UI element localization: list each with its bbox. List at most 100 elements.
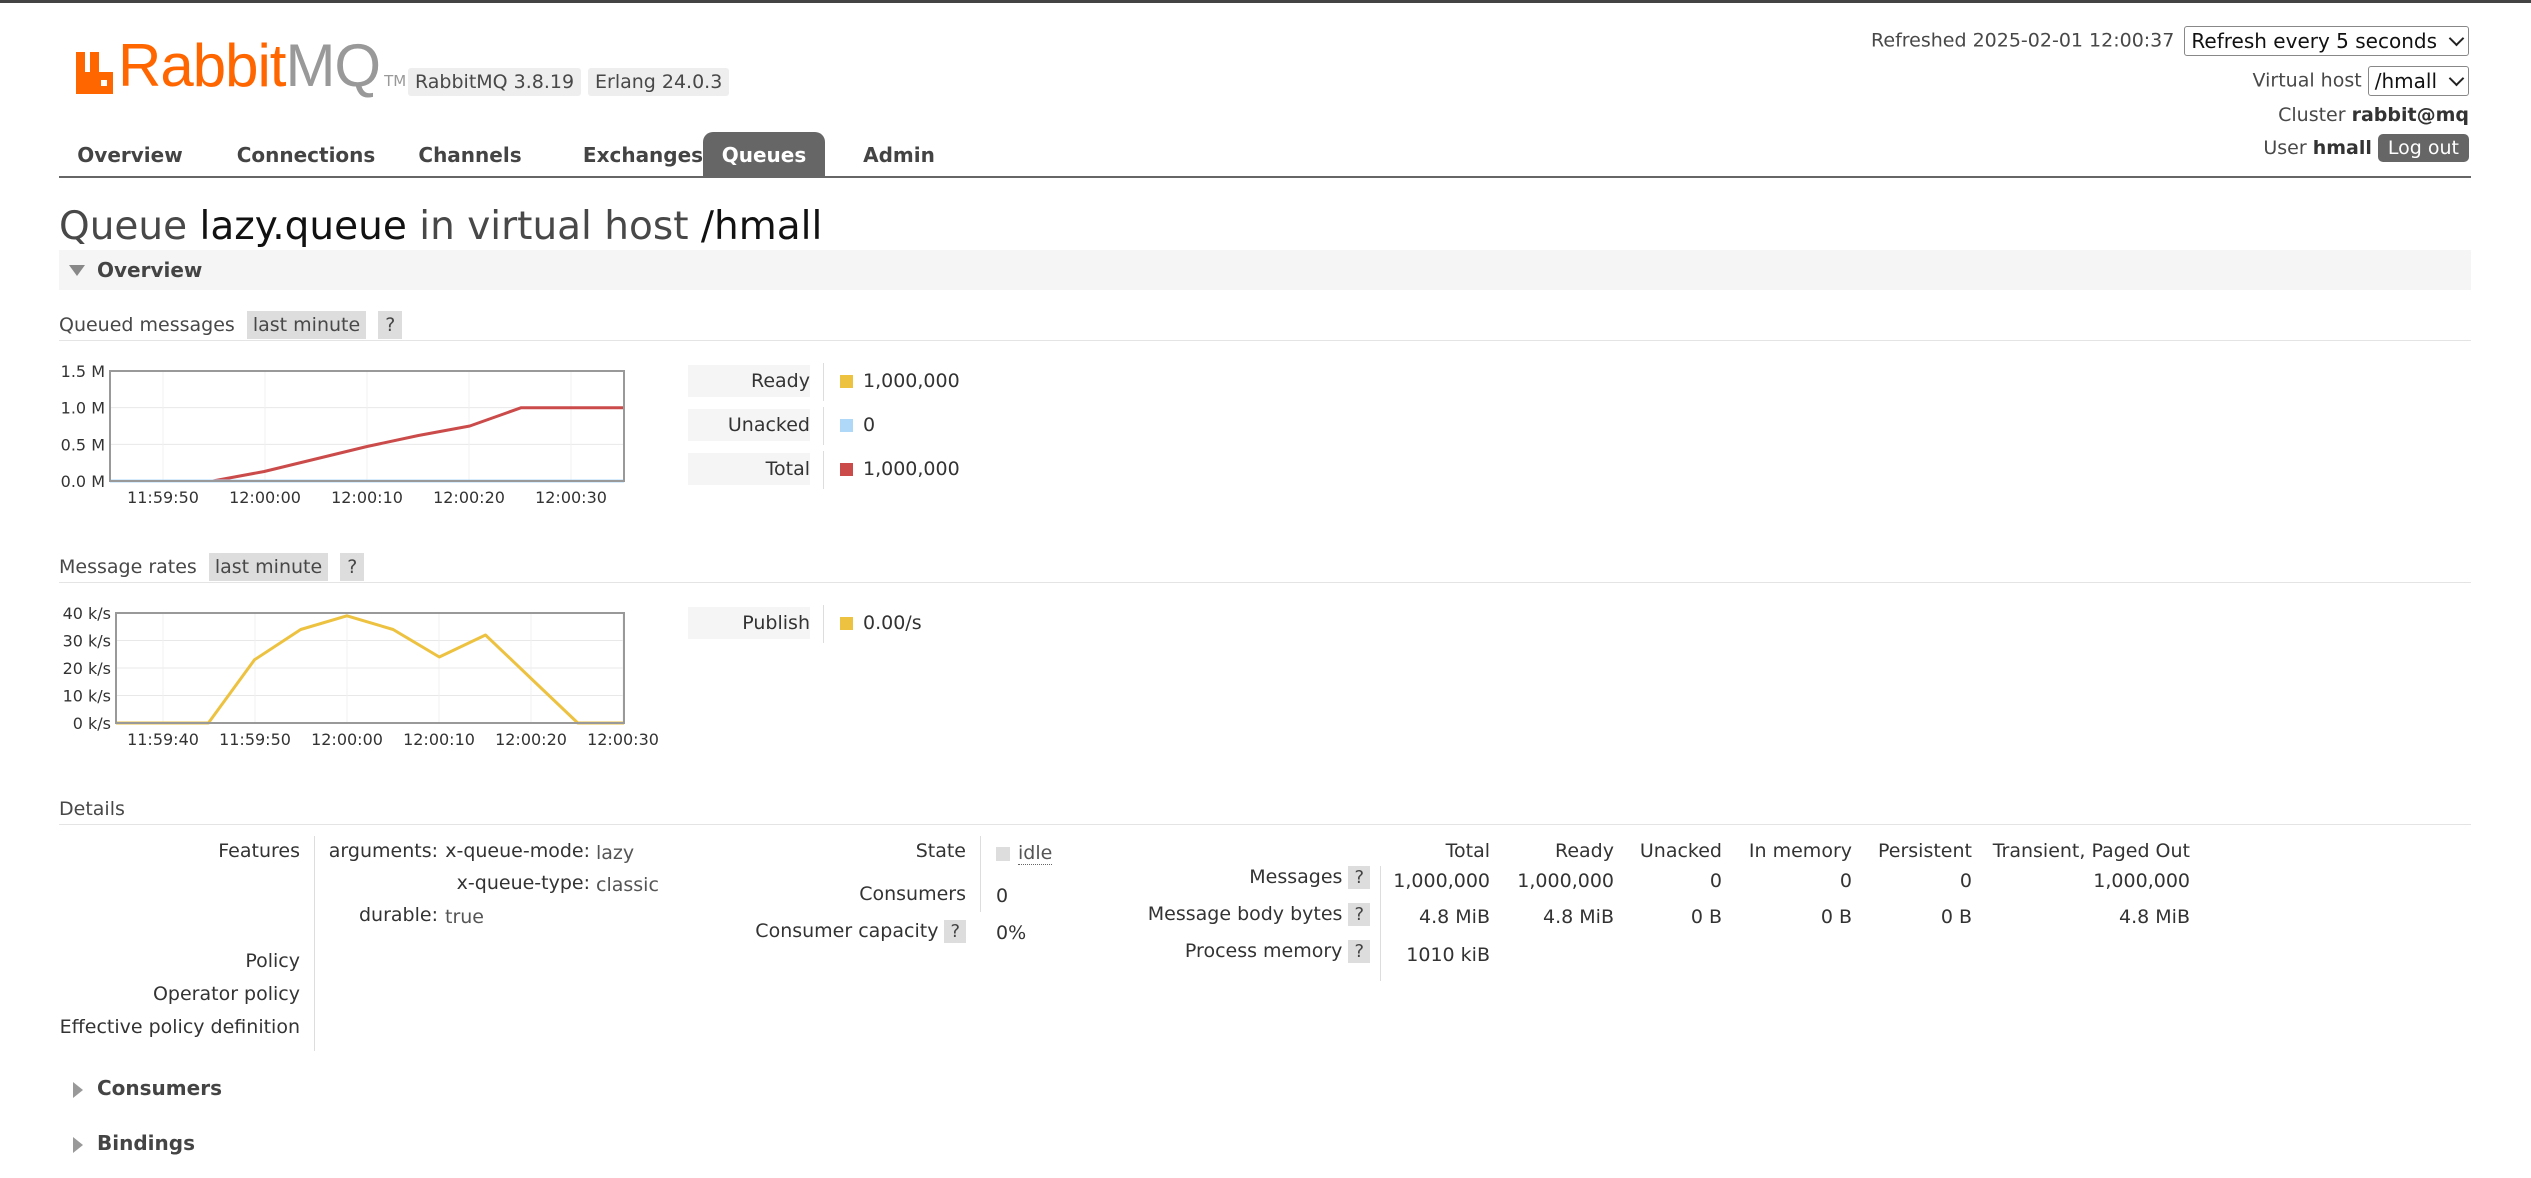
x-tick-label: 12:00:30 xyxy=(587,730,659,749)
arg-value: classic xyxy=(596,874,659,896)
effective-policy-label: Effective policy definition xyxy=(59,1016,300,1038)
cell: 1,000,000 xyxy=(2093,870,2190,892)
message-rates-label: Message rates xyxy=(59,556,197,578)
durable-label: durable: xyxy=(359,904,438,926)
col-header-ready: Ready xyxy=(1555,840,1614,862)
divider xyxy=(823,363,824,401)
legend-value: 0.00/s xyxy=(863,612,922,634)
x-tick-label: 12:00:00 xyxy=(311,730,383,749)
col-header-transient: Transient, Paged Out xyxy=(1992,840,2190,862)
bindings-section-header[interactable]: Bindings xyxy=(59,1131,195,1155)
collapsed-triangle-icon xyxy=(73,1081,83,1098)
legend-swatch xyxy=(840,375,853,388)
divider xyxy=(823,451,824,489)
features-label: Features xyxy=(218,840,300,862)
y-tick-label: 40 k/s xyxy=(63,604,111,623)
cell: 1010 kiB xyxy=(1406,944,1490,966)
y-tick-label: 30 k/s xyxy=(63,632,111,651)
cell: 0 B xyxy=(1940,906,1972,928)
cell: 1,000,000 xyxy=(1393,870,1490,892)
divider xyxy=(980,836,981,912)
col-header-unacked: Unacked xyxy=(1639,840,1722,862)
y-tick-label: 20 k/s xyxy=(63,659,111,678)
cluster-value: rabbit@mq xyxy=(2351,104,2469,126)
capacity-help-button[interactable]: ? xyxy=(944,920,966,943)
consumer-capacity-text: Consumer capacity xyxy=(755,920,939,942)
message-rates-chart: 0 k/s 10 k/s 20 k/s 30 k/s 40 k/s 11:59:40 11:… xyxy=(63,604,659,749)
title-vhost: /hmall xyxy=(700,204,823,249)
cell: 0 B xyxy=(1690,906,1722,928)
cell: 0 xyxy=(1959,870,1972,892)
message-rates-heading: Message rates last minute ? xyxy=(59,553,365,581)
cell: 0 B xyxy=(1820,906,1852,928)
cell: 4.8 MiB xyxy=(2119,906,2190,928)
state-value-text: idle xyxy=(1018,842,1053,865)
collapsed-triangle-icon xyxy=(73,1136,83,1153)
consumers-label: Consumers xyxy=(859,883,966,905)
legend-label: Publish xyxy=(688,607,810,639)
arg-key: x-queue-type: xyxy=(456,872,590,894)
state-value: idle xyxy=(996,842,1053,865)
divider xyxy=(314,836,315,1051)
consumer-capacity-value: 0% xyxy=(996,922,1027,944)
row-label-text: Message body bytes xyxy=(1147,903,1343,925)
row-label-text: Messages xyxy=(1249,866,1343,888)
cell: 1,000,000 xyxy=(1517,870,1614,892)
legend-value: 1,000,000 xyxy=(863,458,960,480)
legend-swatch xyxy=(840,419,853,432)
row-label-text: Process memory xyxy=(1184,940,1343,962)
legend-label: Unacked xyxy=(688,409,810,441)
cluster-label: Cluster xyxy=(2278,104,2346,126)
col-header-total: Total xyxy=(1445,840,1490,862)
details-heading: Details xyxy=(59,798,125,820)
refresh-interval-value: Refresh every 5 seconds xyxy=(2191,29,2437,53)
vhost-select[interactable]: /hmall xyxy=(2367,66,2469,96)
consumers-section-label: Consumers xyxy=(97,1076,222,1100)
series-line-publish xyxy=(116,614,624,725)
chevron-down-icon xyxy=(2448,70,2465,87)
legend-label: Ready xyxy=(688,365,810,397)
x-tick-label: 12:00:10 xyxy=(403,730,475,749)
bindings-section-label: Bindings xyxy=(97,1131,195,1155)
cell: 4.8 MiB xyxy=(1543,906,1614,928)
legend-label: Total xyxy=(688,453,810,485)
refresh-interval-select[interactable]: Refresh every 5 seconds xyxy=(2184,26,2469,56)
refresh-row: Refreshed 2025-02-01 12:00:37 Refresh ev… xyxy=(1871,26,2469,56)
x-tick-label: 11:59:50 xyxy=(219,730,291,749)
cell: 0 xyxy=(1839,870,1852,892)
cluster-row: Cluster rabbit@mq xyxy=(2278,104,2469,126)
cell: 4.8 MiB xyxy=(1419,906,1490,928)
idle-status-icon xyxy=(996,846,1010,861)
consumers-section-header[interactable]: Consumers xyxy=(59,1076,222,1100)
rates-help-button[interactable]: ? xyxy=(340,553,365,581)
tab-queues[interactable]: Queues xyxy=(703,132,825,176)
divider xyxy=(59,824,2471,825)
legend-swatch xyxy=(840,617,853,630)
row-label-process-memory: Process memory? xyxy=(1100,940,1370,963)
tab-admin[interactable]: Admin xyxy=(849,132,949,176)
policy-label: Policy xyxy=(245,950,300,972)
chevron-down-icon xyxy=(2448,30,2465,47)
legend-value: 0 xyxy=(863,414,876,436)
consumers-value: 0 xyxy=(996,885,1009,907)
x-tick-label: 11:59:40 xyxy=(127,730,199,749)
rates-range-button[interactable]: last minute xyxy=(208,553,329,581)
arg-value: lazy xyxy=(596,842,635,864)
x-tick-label: 12:00:20 xyxy=(495,730,567,749)
row-label-body-bytes: Message body bytes? xyxy=(1100,903,1370,926)
divider xyxy=(59,582,2471,583)
y-tick-label: 0 k/s xyxy=(73,714,111,733)
legend-value: 1,000,000 xyxy=(863,370,960,392)
y-tick-label: 10 k/s xyxy=(63,687,111,706)
vhost-label: Virtual host xyxy=(2252,69,2362,92)
refreshed-label: Refreshed 2025-02-01 12:00:37 xyxy=(1871,29,2175,52)
consumer-capacity-label: Consumer capacity? xyxy=(700,920,966,943)
durable-value: true xyxy=(445,906,484,928)
divider xyxy=(823,605,824,643)
vhost-row: Virtual host /hmall xyxy=(2253,66,2469,96)
state-label: State xyxy=(915,840,966,862)
cell: 0 xyxy=(1709,870,1722,892)
vhost-select-value: /hmall xyxy=(2374,69,2437,93)
arg-key: x-queue-mode: xyxy=(445,840,590,862)
legend-swatch xyxy=(840,463,853,476)
